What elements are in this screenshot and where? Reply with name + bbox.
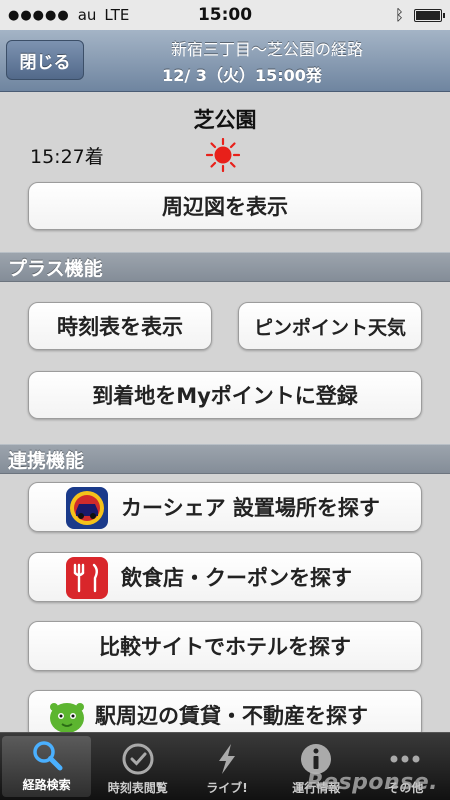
car-share-button[interactable]: カーシェア 設置場所を探す — [28, 482, 422, 532]
lightning-icon — [219, 744, 235, 774]
compare-hotel-button[interactable]: 比較サイトでホテルを探す — [28, 621, 422, 671]
watermark: Response. — [306, 770, 438, 795]
tab-label: ライブ! — [206, 781, 248, 795]
car-share-icon — [66, 487, 108, 529]
register-my-point-button[interactable]: 到着地をMyポイントに登録 — [28, 371, 422, 419]
sun-icon — [206, 138, 240, 172]
status-time: 15:00 — [197, 5, 253, 25]
tab-timetable[interactable]: 時刻表閲覧 — [93, 733, 182, 800]
search-icon — [32, 741, 63, 771]
plus-features-header: プラス機能 — [0, 252, 450, 282]
restaurant-coupon-button[interactable]: 飲食店・クーポンを探す — [28, 552, 422, 602]
show-map-button[interactable]: 周辺図を表示 — [28, 182, 422, 230]
car-share-label: カーシェア 設置場所を探す — [121, 496, 380, 520]
restaurant-coupon-label: 飲食店・クーポンを探す — [121, 566, 352, 590]
tab-route-search[interactable]: 経路検索 — [2, 736, 92, 797]
status-bar: ●●●●● au LTE 15:00 ᛒ — [0, 0, 450, 30]
close-button[interactable]: 閉じる — [6, 40, 84, 80]
tab-label: 経路検索 — [22, 778, 71, 792]
navigation-bar: 閉じる 新宿三丁目〜芝公園の経路 12/ 3（火）15:00発 — [0, 30, 450, 92]
bluetooth-icon: ᛒ — [394, 6, 404, 24]
pinpoint-weather-button[interactable]: ピンポイント天気 — [238, 302, 422, 350]
tab-label: 時刻表閲覧 — [107, 781, 168, 795]
battery-icon — [414, 8, 445, 22]
route-title: 新宿三丁目〜芝公園の経路 — [170, 40, 363, 59]
restaurant-icon — [66, 557, 108, 599]
linked-features-header: 連携機能 — [0, 444, 450, 474]
rental-realestate-label: 駅周辺の賃貸・不動産を探す — [95, 704, 368, 728]
clock-icon — [122, 743, 154, 775]
departure-time: 12/ 3（火）15:00発 — [162, 66, 322, 85]
show-timetable-button[interactable]: 時刻表を表示 — [28, 302, 212, 350]
tab-live[interactable]: ライブ! — [182, 733, 271, 800]
destination-name: 芝公園 — [193, 108, 257, 132]
arrival-time: 15:27着 — [30, 146, 104, 168]
